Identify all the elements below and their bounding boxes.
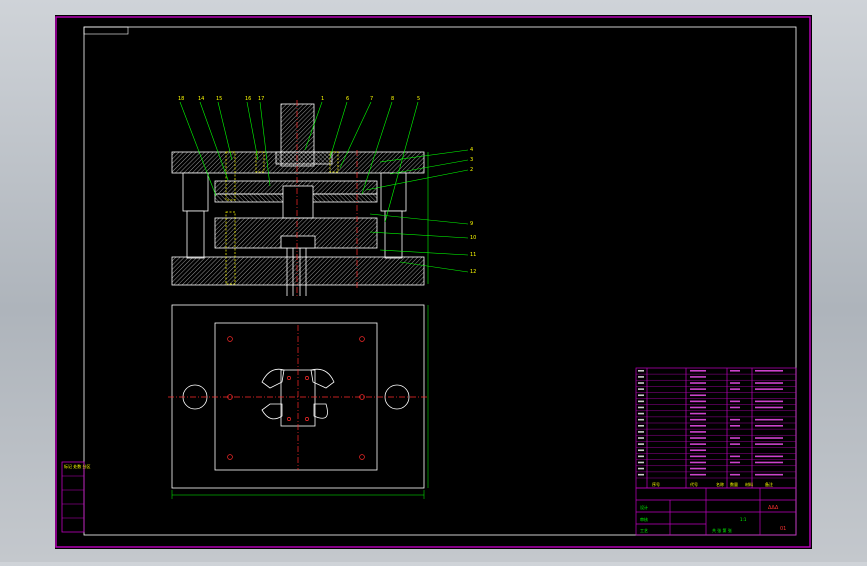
bom-cell-mark: [730, 437, 740, 439]
drawing-title: ΔΔΔ: [768, 505, 779, 511]
bom-cell-mark: [638, 412, 644, 415]
bom-cell-mark: [690, 406, 706, 409]
lower-die-plate: [171, 256, 425, 286]
bom-cell-mark: [690, 400, 706, 403]
reviewer-label: 审核: [640, 516, 648, 522]
bom-cell-mark: [690, 449, 706, 452]
bom-cell-mark: [690, 443, 706, 445]
callout-label: 18: [178, 96, 184, 102]
callout-label: 3: [470, 157, 473, 163]
bom-cell-mark: [638, 431, 644, 433]
bom-cell-mark: [638, 406, 644, 409]
callout-label: 9: [470, 221, 473, 227]
drawing-number: 01: [780, 526, 786, 532]
bom-cell-mark: [638, 449, 644, 452]
bom-cell-mark: [730, 418, 740, 421]
bom-cell-mark: [730, 473, 740, 476]
bom-cell-mark: [755, 473, 783, 476]
scale-value: 1:1: [740, 517, 747, 522]
bom-cell-mark: [690, 431, 706, 433]
callout-label: 5: [417, 96, 420, 102]
bom-cell-mark: [638, 376, 644, 378]
bom-cell-mark: [730, 461, 740, 464]
bom-header-code: 代号: [690, 481, 698, 487]
bom-cell-mark: [755, 455, 783, 458]
callout-label: 2: [470, 167, 473, 173]
bom-cell-mark: [638, 394, 644, 397]
callout-label: 17: [258, 96, 264, 102]
side-label-text: 标记 处数 分区: [64, 463, 91, 469]
bom-header-qty: 数量: [730, 481, 738, 487]
bom-cell-mark: [690, 467, 706, 470]
callout-label: 8: [391, 96, 394, 102]
bom-cell-mark: [638, 437, 644, 439]
callout-label: 6: [346, 96, 349, 102]
bom-cell-mark: [690, 370, 706, 372]
bom-cell-mark: [638, 467, 644, 470]
bom-header-name: 名称: [716, 481, 724, 487]
bom-cell-mark: [638, 388, 644, 390]
designer-label: 设计: [640, 504, 648, 510]
bom-cell-mark: [730, 425, 740, 427]
bom-cell-mark: [690, 418, 706, 421]
bom-cell-mark: [730, 406, 740, 409]
bom-cell-mark: [690, 394, 706, 397]
bom-cell-mark: [730, 400, 740, 403]
bom-cell-mark: [755, 406, 783, 409]
bom-header-material: 材料: [745, 481, 753, 487]
callout-label: 12: [470, 269, 476, 275]
bom-cell-mark: [638, 370, 644, 372]
bom-cell-mark: [690, 376, 706, 378]
bom-header-no: 序号: [652, 481, 660, 487]
callout-label: 1: [321, 96, 324, 102]
bom-cell-mark: [755, 400, 783, 403]
bom-cell-mark: [730, 455, 740, 458]
bom-cell-mark: [638, 461, 644, 464]
bom-cell-mark: [730, 443, 740, 445]
bom-cell-mark: [638, 418, 644, 421]
bom-header-remark: 备注: [765, 481, 773, 487]
sheet-info: 共 张 第 张: [712, 527, 732, 533]
callout-label: 16: [245, 96, 251, 102]
callout-label: 15: [216, 96, 222, 102]
callout-label: 10: [470, 235, 476, 241]
bom-cell-mark: [690, 455, 706, 458]
bom-cell-mark: [730, 382, 740, 384]
bom-cell-mark: [690, 388, 706, 390]
bom-cell-mark: [755, 370, 783, 372]
bom-cell-mark: [730, 388, 740, 390]
bom-cell-mark: [690, 412, 706, 415]
callout-label: 14: [198, 96, 204, 102]
bom-cell-mark: [690, 461, 706, 464]
cad-viewport[interactable]: 标记 处数 分区 18 14 15 16 17 1 6 7 8 5 4 3 2 …: [0, 0, 867, 562]
bom-cell-mark: [755, 461, 783, 464]
bom-cell-mark: [690, 425, 706, 427]
bom-cell-mark: [755, 437, 783, 439]
callout-label: 11: [470, 252, 476, 258]
bom-cell-mark: [690, 473, 706, 476]
process-label: 工艺: [640, 528, 648, 533]
bom-cell-mark: [755, 443, 783, 445]
bom-cell-mark: [638, 443, 644, 445]
bom-cell-mark: [755, 418, 783, 421]
callout-label: 4: [470, 147, 473, 153]
bom-cell-mark: [638, 425, 644, 427]
bom-cell-mark: [730, 370, 740, 372]
bom-cell-mark: [690, 382, 706, 384]
bom-cell-mark: [638, 400, 644, 403]
bom-cell-mark: [690, 437, 706, 439]
bom-cell-mark: [638, 382, 644, 384]
bom-cell-mark: [755, 425, 783, 427]
bom-cell-mark: [638, 455, 644, 458]
bom-cell-mark: [638, 473, 644, 476]
bom-cell-mark: [755, 382, 783, 384]
bom-cell-mark: [755, 388, 783, 390]
callout-label: 7: [370, 96, 373, 102]
cad-drawing-canvas: 标记 处数 分区 18 14 15 16 17 1 6 7 8 5 4 3 2 …: [55, 15, 812, 549]
